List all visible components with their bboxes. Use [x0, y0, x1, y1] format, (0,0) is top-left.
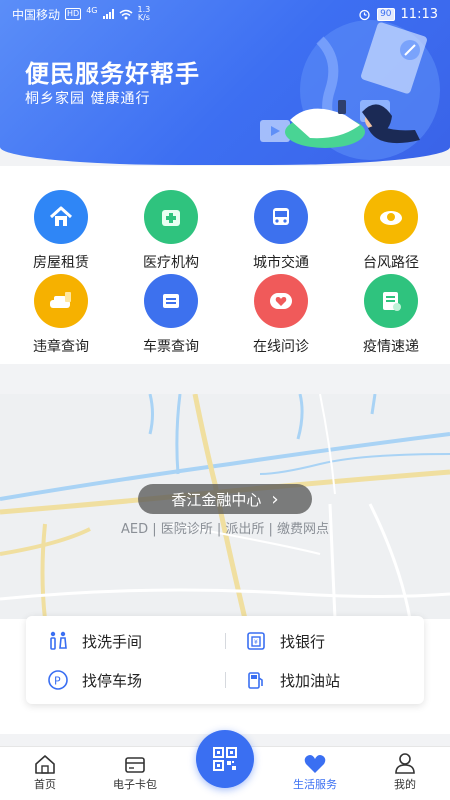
divider: [225, 672, 226, 688]
map-view[interactable]: 香江金融中心 › AED | 医院诊所 | 派出所 | 缴费网点: [0, 394, 450, 619]
epidemic-news-icon: [364, 274, 418, 328]
wifi-icon: [119, 9, 132, 19]
service-label: 台风路径: [363, 255, 419, 271]
chevron-right-icon: ›: [271, 488, 279, 510]
network-type: 4G: [86, 5, 98, 15]
tab-label: 首页: [34, 778, 56, 791]
poi-categories: AED | 医院诊所 | 派出所 | 缴费网点: [120, 522, 330, 537]
banner-illustration: [260, 20, 440, 160]
medical-icon: [144, 190, 198, 244]
find-bank-button[interactable]: ¥ 找银行: [244, 626, 325, 656]
tab-label: 电子卡包: [113, 778, 157, 791]
parking-icon: P: [46, 668, 70, 692]
svg-text:P: P: [54, 675, 61, 688]
service-epidemic-news[interactable]: 疫情速递: [341, 274, 441, 356]
service-violation-query[interactable]: 违章查询: [11, 274, 111, 356]
find-gas-station-button[interactable]: 找加油站: [244, 665, 340, 695]
status-bar: 中国移动 HD 4G 1.3 K/s 90 11:13: [0, 0, 450, 28]
service-label: 城市交通: [253, 255, 309, 271]
heart-consult-icon: [254, 274, 308, 328]
house-icon: [34, 190, 88, 244]
nearby-finder-panel: 找洗手间 ¥ 找银行 P 找停车场 找加油站: [26, 616, 424, 704]
divider: [225, 633, 226, 649]
home-icon: [10, 752, 80, 774]
service-typhoon[interactable]: 台风路径: [341, 190, 441, 272]
service-online-consult[interactable]: 在线问诊: [231, 274, 331, 356]
svg-text:¥: ¥: [254, 639, 258, 646]
hd-badge: HD: [65, 8, 82, 20]
service-label: 房屋租赁: [33, 255, 89, 271]
bank-icon: ¥: [244, 629, 268, 653]
find-restroom-button[interactable]: 找洗手间: [46, 626, 142, 656]
service-medical[interactable]: 医疗机构: [121, 190, 221, 272]
alarm-icon: [359, 9, 370, 20]
network-speed: 1.3 K/s: [137, 5, 151, 22]
restroom-icon: [46, 629, 70, 653]
service-house-rental[interactable]: 房屋租赁: [11, 190, 111, 272]
user-icon: [370, 752, 440, 774]
service-label: 疫情速递: [363, 339, 419, 355]
service-ticket-query[interactable]: 车票查询: [121, 274, 221, 356]
heart-icon: [280, 752, 350, 774]
find-label: 找停车场: [82, 671, 143, 690]
location-pill[interactable]: 香江金融中心 ›: [138, 484, 312, 514]
ticket-icon: [144, 274, 198, 328]
service-label: 违章查询: [33, 339, 89, 355]
find-label: 找洗手间: [82, 632, 143, 651]
service-label: 车票查询: [143, 339, 199, 355]
find-label: 找银行: [280, 632, 326, 651]
violation-icon: [34, 274, 88, 328]
battery-indicator: 90: [377, 7, 395, 21]
banner-title: 便民服务好帮手: [25, 60, 200, 88]
tab-label: 生活服务: [293, 778, 337, 791]
wallet-icon: [100, 752, 170, 774]
tab-label: 我的: [394, 778, 416, 791]
find-parking-button[interactable]: P 找停车场: [46, 665, 142, 695]
bus-icon: [254, 190, 308, 244]
banner-subtitle: 桐乡家园 健康通行: [25, 91, 151, 107]
scan-qr-button[interactable]: [196, 730, 254, 788]
service-label: 医疗机构: [143, 255, 199, 271]
qr-code-icon: [213, 747, 237, 771]
tab-e-wallet[interactable]: 电子卡包: [100, 752, 170, 792]
location-name: 香江金融中心: [171, 490, 262, 509]
typhoon-icon: [364, 190, 418, 244]
tab-profile[interactable]: 我的: [370, 752, 440, 792]
map-card: 香江金融中心 › AED | 医院诊所 | 派出所 | 缴费网点 找洗手间 ¥ …: [0, 394, 450, 734]
service-label: 在线问诊: [253, 339, 309, 355]
find-label: 找加油站: [280, 671, 341, 690]
tab-home[interactable]: 首页: [10, 752, 80, 792]
clock: 11:13: [400, 6, 438, 22]
gas-station-icon: [244, 668, 268, 692]
carrier-label: 中国移动: [12, 7, 61, 22]
service-grid: 房屋租赁 医疗机构 城市交通 台风路径 违章查询 车票查询 在线问诊 疫情速递: [0, 166, 450, 364]
tab-life-services[interactable]: 生活服务: [280, 752, 350, 792]
service-city-transit[interactable]: 城市交通: [231, 190, 331, 272]
signal-icon: [102, 9, 114, 19]
